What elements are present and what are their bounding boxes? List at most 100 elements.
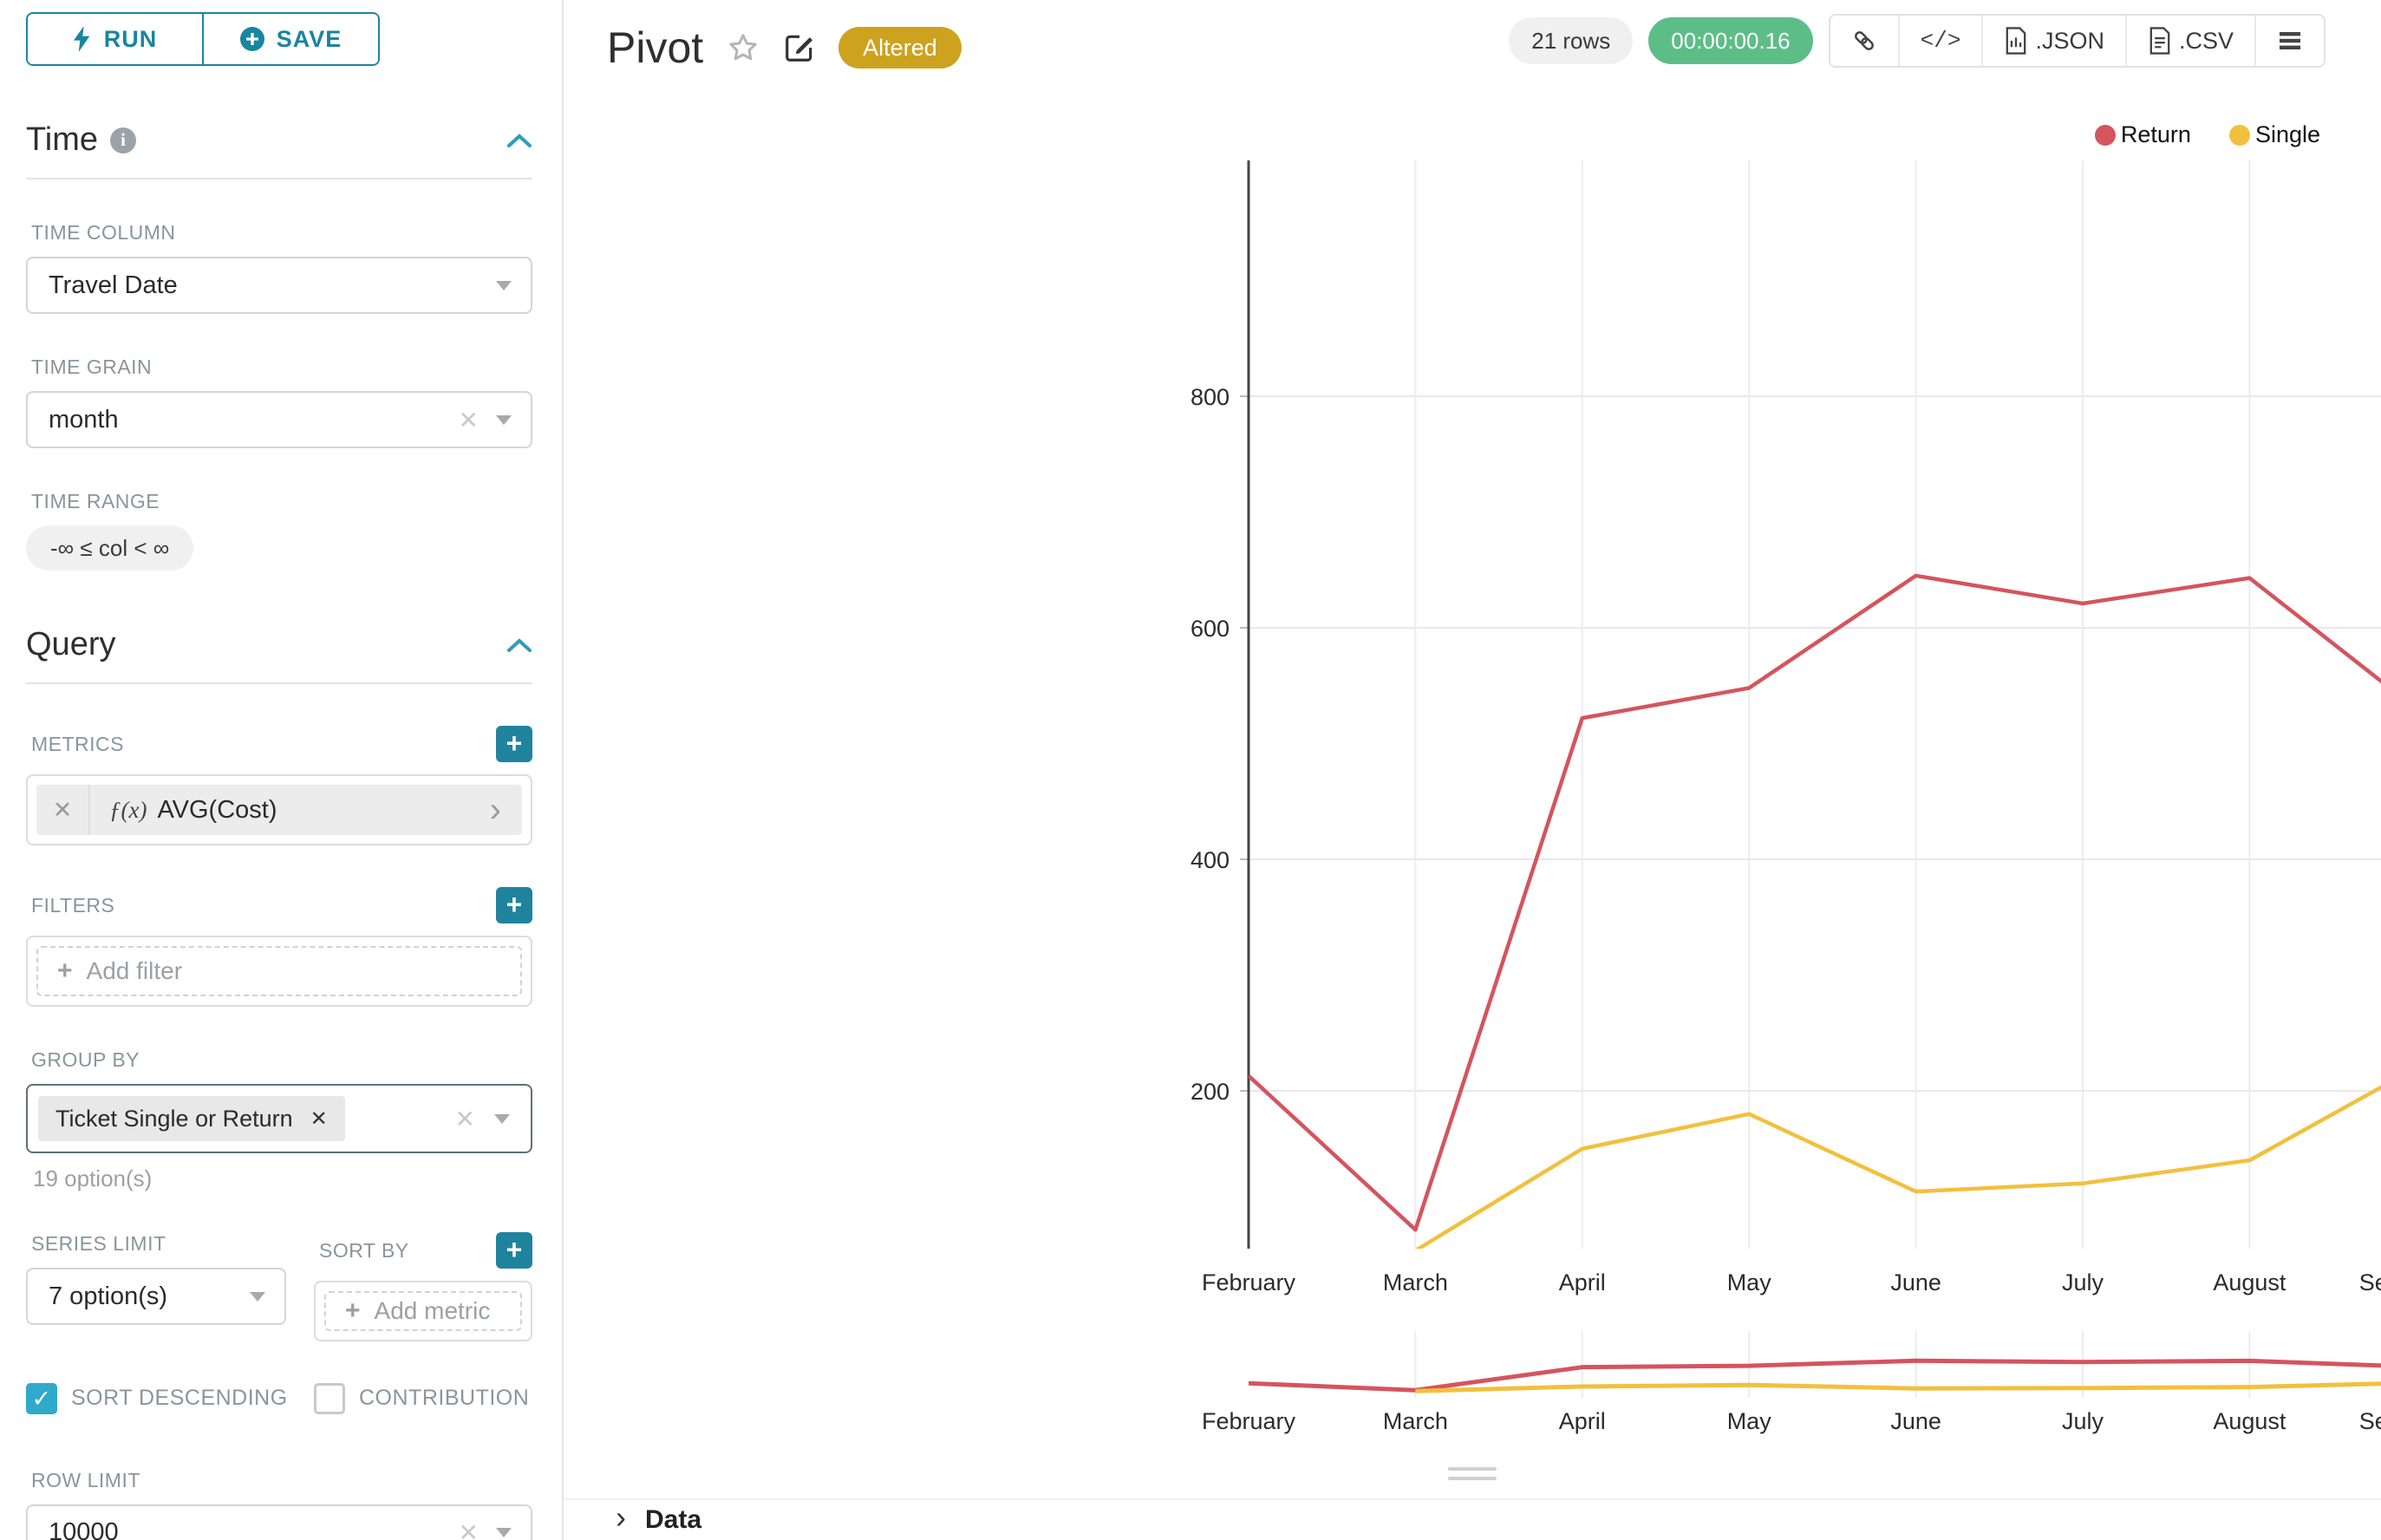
svg-text:June: June <box>1890 1269 1941 1295</box>
filters-box: + Add filter <box>26 936 532 1007</box>
group-by-tag[interactable]: Ticket Single or Return ✕ <box>38 1096 345 1141</box>
csv-button-label: .CSV <box>2179 28 2234 55</box>
section-divider <box>26 178 532 179</box>
plus-icon: + <box>57 956 73 986</box>
contribution-label: CONTRIBUTION <box>359 1386 529 1410</box>
chevron-down-icon <box>496 1528 512 1537</box>
svg-text:September: September <box>2359 1408 2381 1434</box>
svg-text:600: 600 <box>1190 616 1230 642</box>
metrics-box: ✕ ƒ(x) AVG(Cost) › <box>26 774 532 845</box>
export-csv-button[interactable]: .CSV <box>2125 16 2254 66</box>
query-timer-badge: 00:00:00.16 <box>1648 17 1812 64</box>
expand-data-panel-icon[interactable]: › <box>616 1499 626 1536</box>
svg-text:400: 400 <box>1190 847 1230 873</box>
add-sort-metric-dropzone[interactable]: + Add metric <box>324 1291 522 1331</box>
clear-icon[interactable]: ✕ <box>459 406 479 434</box>
remove-metric-icon[interactable]: ✕ <box>36 785 90 835</box>
add-filter-placeholder: Add filter <box>87 957 183 985</box>
add-metric-button[interactable]: + <box>496 726 532 762</box>
query-section-header[interactable]: Query <box>26 626 532 663</box>
metrics-label: METRICS <box>31 733 124 756</box>
svg-text:March: March <box>1383 1269 1448 1295</box>
run-button[interactable]: RUN <box>28 14 202 64</box>
csv-file-icon <box>2148 27 2172 55</box>
contribution-control: CONTRIBUTION <box>314 1380 529 1417</box>
series-limit-value: 7 option(s) <box>49 1282 167 1311</box>
sort-by-label: SORT BY <box>319 1239 409 1263</box>
add-filter-button[interactable]: + <box>496 887 532 923</box>
plus-circle-icon <box>240 27 264 51</box>
series-limit-select[interactable]: 7 option(s) <box>26 1268 286 1325</box>
series-limit-label: SERIES LIMIT <box>31 1232 286 1256</box>
row-limit-label: ROW LIMIT <box>31 1469 532 1492</box>
svg-text:August: August <box>2213 1408 2286 1434</box>
function-icon: ƒ(x) <box>109 797 147 824</box>
svg-text:200: 200 <box>1190 1079 1230 1105</box>
row-limit-select[interactable]: 10000 ✕ <box>26 1504 532 1540</box>
json-file-icon <box>2004 27 2028 55</box>
remove-tag-icon[interactable]: ✕ <box>310 1106 328 1132</box>
run-button-label: RUN <box>104 26 158 53</box>
chevron-up-icon[interactable] <box>506 637 532 653</box>
chevron-up-icon[interactable] <box>506 133 532 148</box>
run-save-button-group: RUN SAVE <box>26 12 380 66</box>
data-panel-header: › Data <box>564 1498 2381 1540</box>
svg-text:March: March <box>1383 1408 1448 1434</box>
clear-icon[interactable]: ✕ <box>455 1105 475 1133</box>
time-range-pill[interactable]: -∞ ≤ col < ∞ <box>26 525 193 571</box>
time-column-select[interactable]: Travel Date <box>26 257 532 314</box>
chart-menu-button[interactable] <box>2254 16 2324 66</box>
svg-text:May: May <box>1727 1269 1772 1295</box>
svg-text:June: June <box>1890 1408 1941 1434</box>
chevron-down-icon <box>496 281 512 290</box>
svg-text:February: February <box>1202 1269 1296 1295</box>
add-sort-metric-button[interactable]: + <box>496 1232 532 1269</box>
share-link-button[interactable] <box>1830 16 1898 66</box>
svg-text:800: 800 <box>1190 384 1230 410</box>
sort-descending-checkbox[interactable]: ✓ <box>26 1383 57 1414</box>
add-metric-placeholder: Add metric <box>375 1297 491 1325</box>
edit-title-icon[interactable] <box>783 31 816 64</box>
time-column-label: TIME COLUMN <box>31 221 532 245</box>
group-by-select[interactable]: Ticket Single or Return ✕ ✕ <box>26 1084 532 1153</box>
link-icon <box>1851 28 1877 54</box>
query-section-title: Query <box>26 626 115 663</box>
data-panel-title: Data <box>645 1505 701 1535</box>
save-button[interactable]: SAVE <box>202 14 378 64</box>
chevron-down-icon <box>494 1114 510 1124</box>
add-filter-dropzone[interactable]: + Add filter <box>36 946 522 996</box>
time-grain-value: month <box>49 406 119 434</box>
group-by-value: Ticket Single or Return <box>55 1106 293 1132</box>
section-divider <box>26 682 532 684</box>
time-section-header[interactable]: Time i <box>26 121 532 159</box>
plus-icon: + <box>345 1296 361 1326</box>
export-json-button[interactable]: .JSON <box>1981 16 2125 66</box>
clear-icon[interactable]: ✕ <box>459 1518 479 1540</box>
time-grain-select[interactable]: month ✕ <box>26 391 532 448</box>
favorite-star-icon[interactable] <box>726 30 760 65</box>
view-query-button[interactable]: </> <box>1898 16 1982 66</box>
chevron-right-icon[interactable]: › <box>490 793 501 827</box>
time-section-title: Time <box>26 121 98 159</box>
filters-label: FILTERS <box>31 894 114 917</box>
sort-descending-label: SORT DESCENDING <box>71 1386 288 1410</box>
json-button-label: .JSON <box>2035 28 2104 55</box>
chevron-down-icon <box>250 1292 265 1302</box>
svg-text:April: April <box>1559 1269 1606 1295</box>
contribution-checkbox[interactable] <box>314 1383 345 1414</box>
chart-header: Pivot Altered <box>607 23 962 73</box>
lightning-icon <box>73 26 92 52</box>
svg-text:May: May <box>1727 1408 1772 1434</box>
svg-text:August: August <box>2213 1269 2286 1295</box>
time-grain-label: TIME GRAIN <box>31 356 532 379</box>
line-chart[interactable]: 200400600800FebruaryFebruaryMarchMarchAp… <box>1127 113 2381 1448</box>
group-by-label: GROUP BY <box>31 1048 532 1072</box>
altered-badge[interactable]: Altered <box>838 27 962 69</box>
metric-item[interactable]: ✕ ƒ(x) AVG(Cost) › <box>36 785 522 835</box>
group-by-options-hint: 19 option(s) <box>33 1165 532 1192</box>
control-panel-sidebar: RUN SAVE Time i TIME COLUMN Travel Date <box>0 0 564 1540</box>
time-range-label: TIME RANGE <box>31 490 532 513</box>
svg-text:April: April <box>1559 1408 1606 1434</box>
panel-resize-handle[interactable] <box>564 1467 2381 1480</box>
svg-text:September: September <box>2359 1269 2381 1295</box>
